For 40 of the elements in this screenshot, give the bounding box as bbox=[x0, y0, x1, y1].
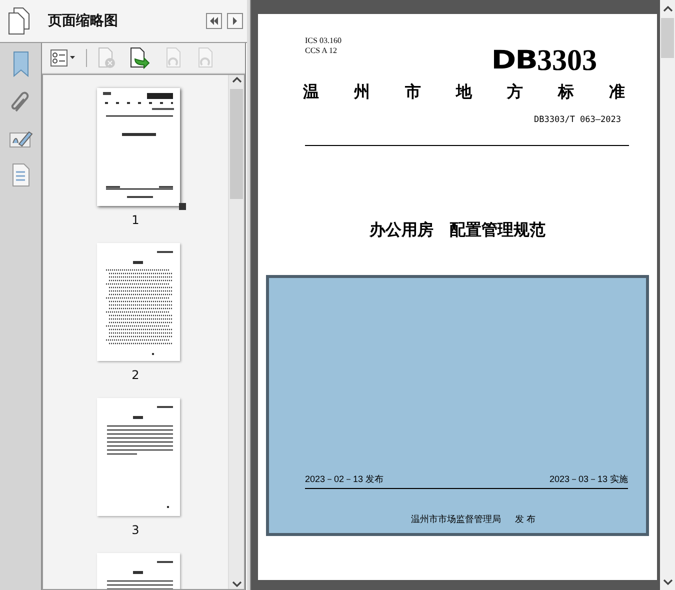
page-number: 2 bbox=[132, 369, 140, 381]
collapse-panel-button[interactable] bbox=[206, 13, 222, 29]
resize-handle[interactable] bbox=[178, 203, 186, 210]
standard-number: DB3303/T 063—2023 bbox=[534, 115, 621, 125]
thumbnail-options-icon[interactable] bbox=[48, 47, 78, 69]
standard-logo: DB3303 bbox=[491, 46, 597, 76]
scrollbar[interactable] bbox=[228, 75, 244, 589]
page-thumbnail[interactable] bbox=[96, 398, 180, 516]
page-thumbnail[interactable] bbox=[96, 88, 180, 206]
document-icon[interactable] bbox=[10, 163, 30, 187]
expand-panel-button[interactable] bbox=[227, 13, 243, 29]
panel-title: 页面缩略图 bbox=[48, 12, 119, 30]
page-number: 3 bbox=[132, 524, 140, 536]
scrollbar-thumb[interactable] bbox=[230, 89, 243, 199]
heading-character: 准 bbox=[609, 82, 625, 103]
publish-label: 发 布 bbox=[515, 513, 536, 526]
scrollbar-thumb[interactable] bbox=[661, 18, 674, 58]
page-thumbnail[interactable] bbox=[96, 243, 180, 361]
heading-character: 地 bbox=[456, 82, 472, 103]
scrollbar[interactable] bbox=[660, 0, 675, 590]
pages-icon[interactable] bbox=[7, 7, 31, 35]
heading-character: 州 bbox=[354, 82, 370, 103]
effective-date: 2023－03－13 实施 bbox=[549, 473, 628, 486]
signature-pen-icon[interactable] bbox=[8, 129, 32, 149]
page-number: 1 bbox=[132, 214, 140, 226]
heading-character: 标 bbox=[558, 82, 574, 103]
heading-character: 市 bbox=[405, 82, 421, 103]
heading-character: 温 bbox=[303, 82, 319, 103]
right-arrow-icon bbox=[232, 17, 238, 25]
double-left-arrow-icon bbox=[209, 17, 219, 25]
ccs-code: CCS A 12 bbox=[305, 46, 338, 56]
document-title: 办公用房 配置管理规范 bbox=[370, 220, 546, 241]
heading-character: 方 bbox=[507, 82, 523, 103]
scroll-up-icon[interactable] bbox=[662, 4, 672, 14]
issue-date: 2023－02－13 发布 bbox=[305, 473, 384, 486]
scroll-down-icon[interactable] bbox=[232, 579, 242, 589]
publisher: 温州市市场监督管理局 bbox=[411, 513, 502, 526]
scroll-up-icon[interactable] bbox=[232, 75, 242, 85]
scroll-down-icon[interactable] bbox=[662, 577, 672, 587]
ics-code: ICS 03.160 bbox=[305, 36, 342, 46]
